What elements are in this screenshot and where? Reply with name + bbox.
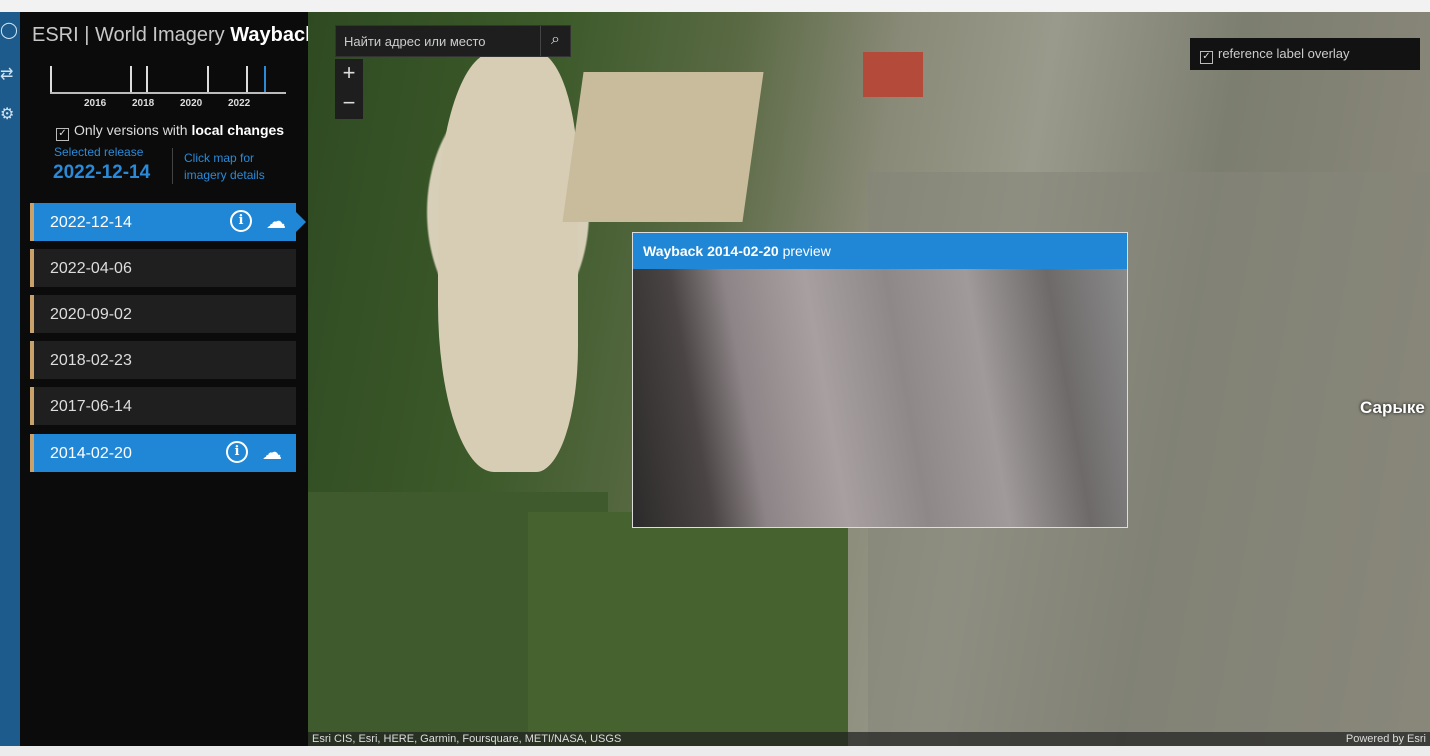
release-item[interactable]: 2022-04-06: [30, 249, 296, 287]
release-date: 2017-06-14: [50, 398, 132, 415]
map-red-roof: [863, 52, 923, 97]
timeline-tick[interactable]: [246, 66, 248, 92]
sidebar: ESRI | World Imagery Wayback 2016 2018 2…: [20, 12, 316, 756]
map-field: [528, 512, 848, 746]
selected-arrow-icon: [296, 212, 306, 232]
release-item-hover[interactable]: 2014-02-20 i ☁: [30, 434, 296, 472]
app-icon-bar: ◯ ⇄ ⚙: [0, 12, 20, 756]
click-map-hint: Click map for imagery details: [184, 151, 265, 182]
info-icon[interactable]: i: [230, 210, 252, 232]
timeline-tick[interactable]: [50, 66, 52, 92]
reference-label-toggle[interactable]: ✓ reference label overlay: [1190, 38, 1420, 70]
timeline-tick-selected[interactable]: [264, 66, 266, 92]
year-label: 2022: [228, 98, 251, 109]
place-label: Сарыке: [1360, 398, 1425, 417]
preview-popup: Wayback 2014-02-20 preview: [632, 232, 1128, 528]
timeline-tick[interactable]: [146, 66, 148, 92]
search-icon[interactable]: ⌕: [540, 26, 570, 56]
app-title: ESRI | World Imagery Wayback: [32, 24, 317, 46]
selected-release-date: 2022-12-14: [53, 162, 151, 183]
release-item[interactable]: 2018-02-23: [30, 341, 296, 379]
timeline-chart[interactable]: 2016 2018 2020 2022: [50, 62, 290, 112]
year-label: 2020: [180, 98, 203, 109]
cloud-download-icon[interactable]: ☁: [262, 440, 282, 465]
gear-icon[interactable]: ⚙: [0, 104, 14, 124]
release-date: 2020-09-02: [50, 306, 132, 323]
attribution-bar: Esri CIS, Esri, HERE, Garmin, Foursquare…: [308, 732, 1430, 746]
swap-icon[interactable]: ⇄: [0, 64, 13, 84]
year-label: 2018: [132, 98, 155, 109]
release-date: 2022-12-14: [50, 214, 132, 231]
timeline-tick[interactable]: [130, 66, 132, 92]
preview-image: [633, 269, 1127, 527]
preview-title: Wayback 2014-02-20 preview: [633, 233, 1127, 269]
cloud-download-icon[interactable]: ☁: [266, 209, 286, 234]
zoom-out-button[interactable]: −: [335, 89, 363, 119]
timeline-axis: [50, 92, 286, 94]
divider: [172, 148, 173, 184]
year-label: 2016: [84, 98, 107, 109]
release-date: 2022-04-06: [50, 260, 132, 277]
map-field: [562, 72, 764, 222]
checkbox-icon[interactable]: ✓: [1200, 51, 1213, 64]
release-item[interactable]: 2020-09-02: [30, 295, 296, 333]
bottom-strip: [0, 746, 1430, 756]
browser-top-strip: [0, 0, 1430, 12]
release-date: 2018-02-23: [50, 352, 132, 369]
release-item-selected[interactable]: 2022-12-14 i ☁: [30, 203, 306, 241]
info-icon[interactable]: i: [226, 441, 248, 463]
powered-by-link[interactable]: Powered by Esri: [1346, 732, 1426, 746]
zoom-in-button[interactable]: +: [335, 59, 363, 89]
timeline-tick[interactable]: [207, 66, 209, 92]
map-view[interactable]: Найти адрес или место ⌕ + − ✓ reference la…: [308, 12, 1430, 746]
release-date: 2014-02-20: [50, 445, 132, 462]
zoom-control: + −: [335, 59, 363, 119]
attribution-text: Esri CIS, Esri, HERE, Garmin, Foursquare…: [312, 733, 622, 745]
map-field: [438, 52, 578, 472]
search-input[interactable]: Найти адрес или место ⌕: [335, 25, 571, 57]
selected-release-label: Selected release: [54, 145, 144, 159]
checkbox-icon[interactable]: ✓: [56, 128, 69, 141]
release-item[interactable]: 2017-06-14: [30, 387, 296, 425]
local-changes-checkbox[interactable]: ✓ Only versions with local changes: [56, 122, 284, 141]
circle-icon[interactable]: ◯: [0, 20, 18, 40]
